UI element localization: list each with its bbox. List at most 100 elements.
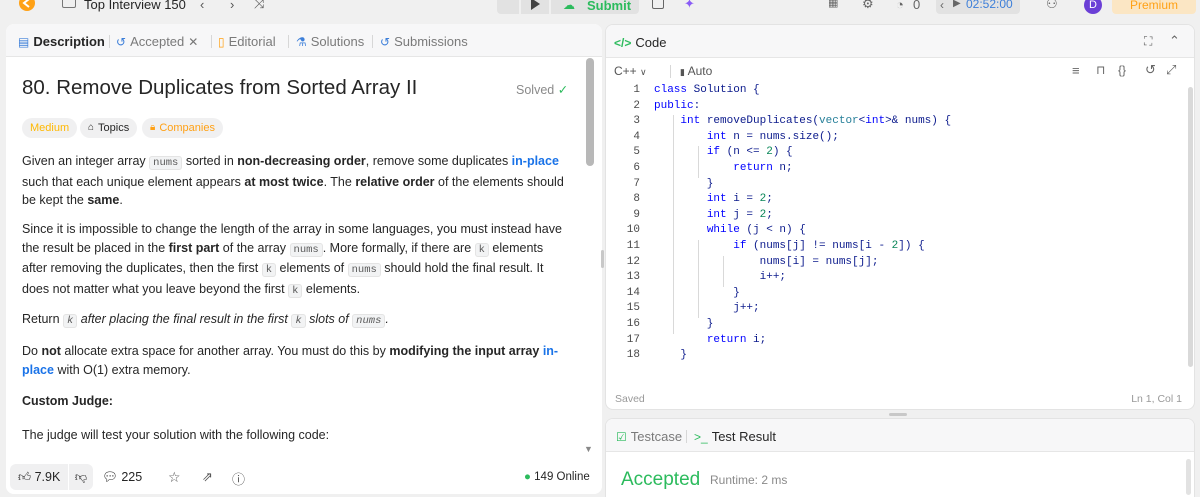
timer-play-icon[interactable]: ▶ (953, 0, 961, 9)
code-line[interactable]: if (n <= 2) { (654, 146, 793, 158)
braces-icon[interactable]: {} (1118, 63, 1126, 77)
topics-button[interactable]: ⌂ Topics (80, 118, 138, 138)
line-number: 18 (626, 349, 640, 362)
line-number: 13 (626, 271, 640, 284)
timer-collapse-icon[interactable]: ‹ (940, 0, 944, 12)
prev-problem-icon[interactable]: ‹ (200, 0, 204, 11)
tab-code[interactable]: </> Code (614, 35, 666, 50)
sparkle-icon[interactable]: ✦ (684, 0, 695, 10)
result-scrollbar[interactable] (1186, 459, 1191, 495)
tab-submissions[interactable]: ↺ Submissions (380, 34, 468, 49)
code-line[interactable]: public: (654, 100, 700, 112)
like-button[interactable]: 👍︎ 7.9K (10, 464, 68, 490)
notes-icon[interactable] (652, 0, 664, 9)
code-line[interactable]: return n; (654, 162, 792, 174)
code-line[interactable]: class Solution { (654, 84, 760, 96)
online-indicator: ● 149 Online (524, 471, 590, 483)
code-line[interactable]: } (654, 349, 687, 361)
avatar[interactable]: D (1084, 0, 1102, 14)
chevron-down-icon: ∨ (640, 67, 647, 77)
run-button[interactable] (521, 0, 549, 14)
editor-toolbar: C++ ∨ ▮ Auto ≡ ⊓ {} ↺ ⤢ (606, 58, 1194, 82)
tab-editorial-label: Editorial (228, 34, 276, 49)
line-number: 4 (633, 130, 640, 143)
problem-title[interactable]: 80. Remove Duplicates from Sorted Array … (22, 76, 417, 100)
panel-resize-handle[interactable] (601, 250, 604, 268)
code-line[interactable]: int removeDuplicates(vector<int>& nums) … (654, 115, 951, 127)
result-status: Accepted (621, 469, 701, 490)
line-number: 11 (626, 240, 640, 252)
editor-scrollbar[interactable] (1188, 87, 1193, 367)
debug-button[interactable] (497, 0, 519, 14)
description-paragraph-1: Given an integer array nums sorted in no… (22, 154, 564, 207)
tab-description[interactable]: ▤ Description (18, 34, 105, 49)
tab-test-result[interactable]: >_ Test Result (694, 429, 776, 444)
layout-icon[interactable]: ▦ (828, 0, 838, 10)
maximize-icon[interactable]: ⛶ (1144, 34, 1152, 49)
expand-icon[interactable]: ⤢ (1166, 62, 1176, 78)
star-icon[interactable]: ☆ (168, 469, 181, 486)
top-bar: Top Interview 150 ‹ › ⤨ ☁ Submit ✦ ▦ ⚙ ◔… (0, 0, 1200, 17)
code-line[interactable]: int i = 2; (654, 193, 773, 205)
code-line[interactable]: while (j < n) { (654, 224, 806, 236)
problem-list-title[interactable]: Top Interview 150 (84, 0, 186, 11)
companies-button[interactable]: 🔒︎ Companies (142, 118, 223, 138)
tab-editorial[interactable]: ▯ Editorial (218, 34, 276, 49)
editor-status-bar: Saved Ln 1, Col 1 (606, 389, 1194, 409)
code-line[interactable]: return i; (654, 334, 766, 346)
code-line[interactable]: if (nums[j] != nums[i - 2]) { (654, 240, 924, 252)
close-icon[interactable]: ✕ (188, 35, 198, 49)
bookmark-icon[interactable]: ⊓ (1096, 63, 1105, 77)
timer-widget[interactable]: ‹ ▶ 02:52:00 (936, 0, 1020, 14)
editor-resize-handle[interactable] (889, 413, 907, 416)
list-icon[interactable] (62, 0, 76, 8)
tab-testcase[interactable]: ☑ Testcase (616, 429, 682, 444)
tab-solutions[interactable]: ⚗ Solutions (296, 34, 364, 49)
add-friend-icon[interactable]: ⚇ (1046, 0, 1058, 10)
code-line[interactable]: } (654, 287, 740, 299)
logo-icon[interactable] (18, 0, 36, 12)
premium-button[interactable]: Premium (1112, 0, 1196, 14)
dislike-button[interactable]: 👎︎ (69, 464, 93, 490)
share-icon[interactable]: ⇗ (202, 469, 213, 485)
settings-icon[interactable]: ⚙ (862, 0, 874, 10)
format-icon[interactable]: ≡ (1072, 63, 1080, 78)
submit-button[interactable]: ☁ Submit (551, 0, 639, 14)
help-icon[interactable]: ⓘ (232, 469, 245, 488)
code-line[interactable]: int j = 2; (654, 209, 773, 221)
description-paragraph-2: Since it is impossible to change the len… (22, 222, 562, 298)
tab-description-label: Description (33, 34, 105, 49)
result-tab-bar: ☑ Testcase >_ Test Result (606, 419, 1194, 452)
line-number: 8 (633, 193, 640, 206)
tab-test-result-label: Test Result (711, 429, 776, 444)
collapse-icon[interactable]: ⌃ (1169, 33, 1180, 49)
shuffle-icon[interactable]: ⤨ (254, 0, 264, 10)
line-number: 6 (633, 162, 640, 174)
in-place-link[interactable]: in-place (512, 154, 559, 168)
reset-icon[interactable]: ↺ (1145, 62, 1156, 78)
description-scrollbar[interactable] (586, 58, 594, 166)
auto-mode-label: Auto (687, 64, 713, 78)
code-line[interactable]: } (654, 318, 714, 330)
code-line[interactable]: } (654, 178, 714, 190)
indent-guide (698, 240, 699, 318)
line-number: 9 (633, 208, 640, 221)
editor-tab-bar: </> Code ⛶ ⌃ (606, 25, 1194, 58)
language-select[interactable]: C++ ∨ (614, 64, 647, 78)
auto-mode-toggle[interactable]: ▮ Auto (680, 64, 712, 78)
code-editor-panel: </> Code ⛶ ⌃ C++ ∨ ▮ Auto ≡ ⊓ {} ↺ ⤢ 1 cl… (605, 24, 1195, 410)
comments-button[interactable]: 💬︎ 225 (102, 464, 142, 490)
scroll-down-icon[interactable]: ▼ (584, 444, 593, 454)
description-panel: ▤ Description ↺ Accepted ✕ ▯ Editorial ⚗… (6, 24, 602, 494)
code-line[interactable]: int n = nums.size(); (654, 131, 839, 143)
thumbs-up-icon: 👍︎ (18, 470, 32, 484)
next-problem-icon[interactable]: › (230, 0, 234, 11)
code-line[interactable]: nums[i] = nums[j]; (654, 256, 879, 268)
save-status: Saved (615, 393, 645, 405)
tab-accepted[interactable]: ↺ Accepted ✕ (116, 34, 198, 49)
code-line[interactable]: j++; (654, 302, 759, 314)
streak-icon[interactable]: ◔ (896, 0, 904, 11)
check-circle-icon: ✓ (557, 83, 569, 97)
checkbox-icon: ☑ (616, 429, 627, 444)
description-footer: 👍︎ 7.9K 👎︎ 💬︎ 225 ☆ ⇗ ⓘ ● 149 Online (6, 458, 602, 494)
